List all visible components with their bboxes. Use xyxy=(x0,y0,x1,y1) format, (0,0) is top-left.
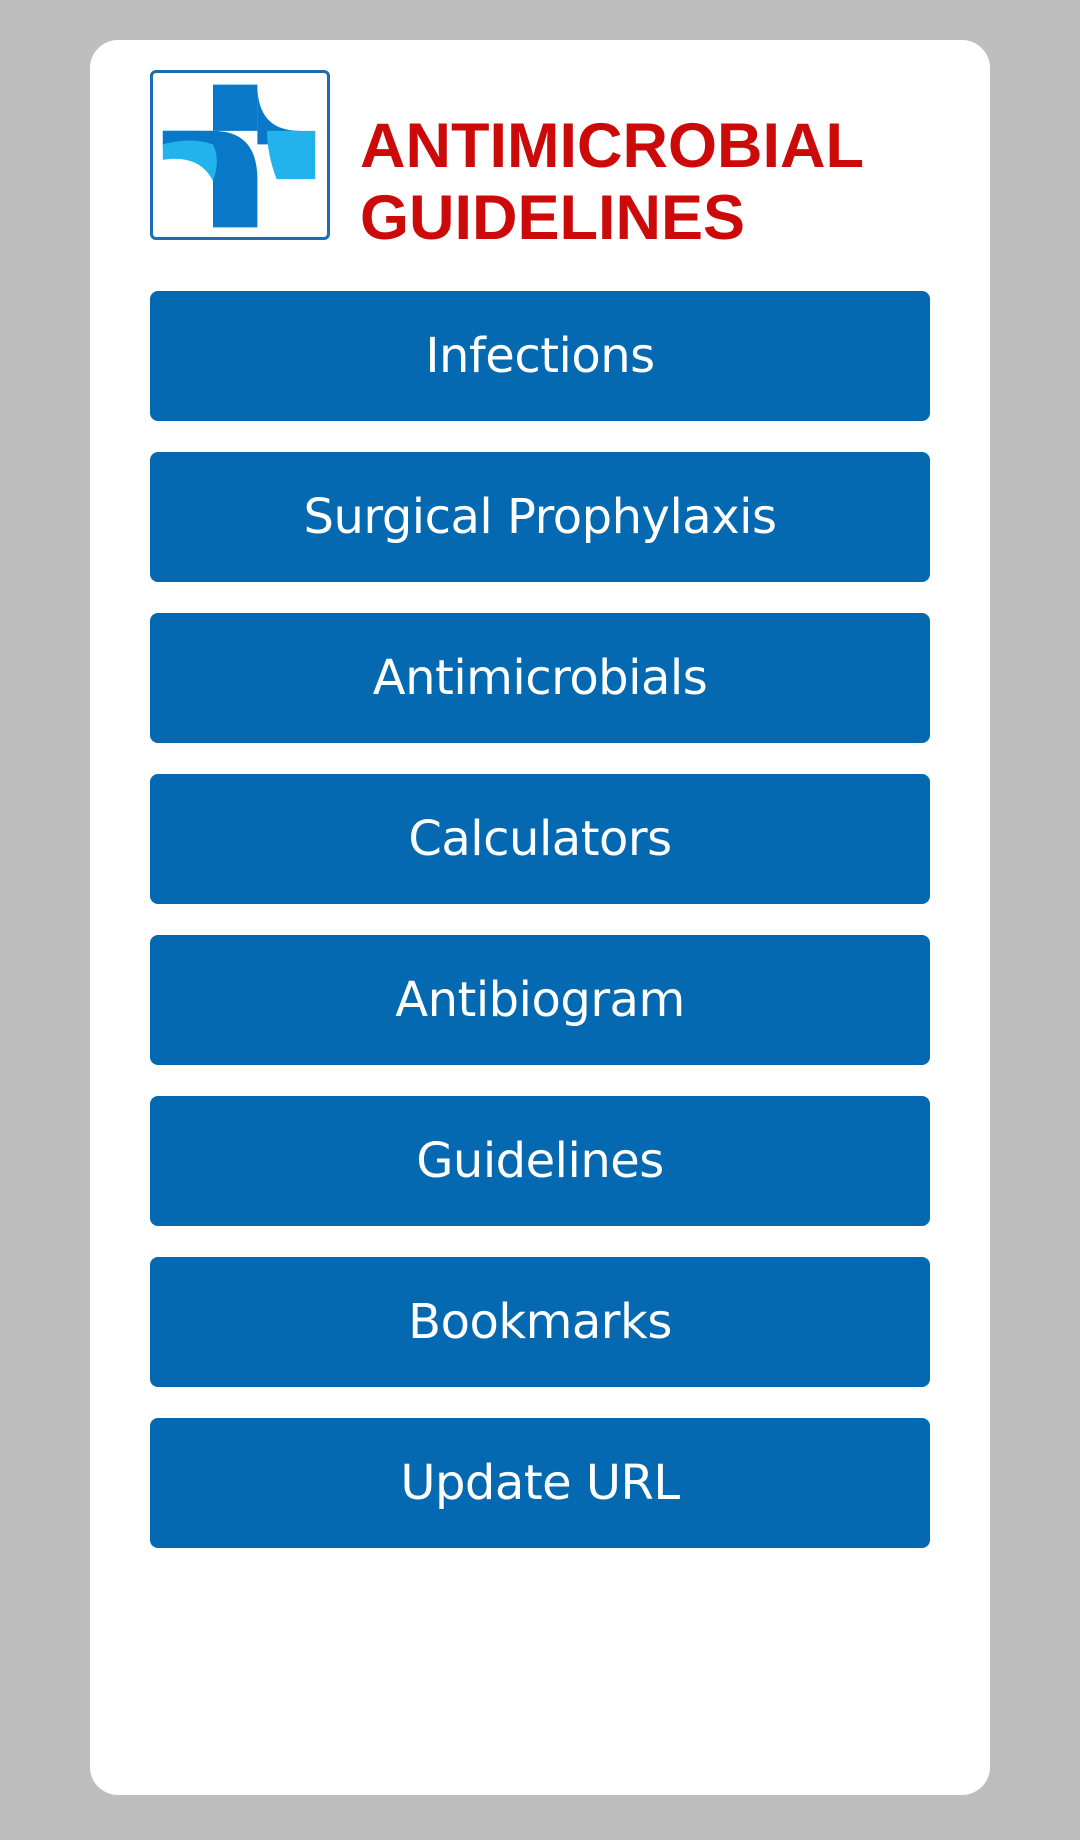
guidelines-button[interactable]: Guidelines xyxy=(150,1096,930,1226)
antimicrobials-button[interactable]: Antimicrobials xyxy=(150,613,930,743)
surgical-prophylaxis-button[interactable]: Surgical Prophylaxis xyxy=(150,452,930,582)
calculators-button[interactable]: Calculators xyxy=(150,774,930,904)
bookmarks-button[interactable]: Bookmarks xyxy=(150,1257,930,1387)
app-header: ANTIMICROBIAL GUIDELINES xyxy=(150,70,950,253)
app-title-line-1: ANTIMICROBIAL xyxy=(360,111,864,181)
app-title-line-2: GUIDELINES xyxy=(360,183,746,253)
main-menu: Infections Surgical Prophylaxis Antimicr… xyxy=(150,291,930,1579)
main-card: ANTIMICROBIAL GUIDELINES Infections Surg… xyxy=(90,40,990,1795)
antibiogram-button[interactable]: Antibiogram xyxy=(150,935,930,1065)
app-title: ANTIMICROBIAL GUIDELINES xyxy=(360,110,864,254)
infections-button[interactable]: Infections xyxy=(150,291,930,421)
medical-cross-logo-icon xyxy=(150,70,330,240)
update-url-button[interactable]: Update URL xyxy=(150,1418,930,1548)
